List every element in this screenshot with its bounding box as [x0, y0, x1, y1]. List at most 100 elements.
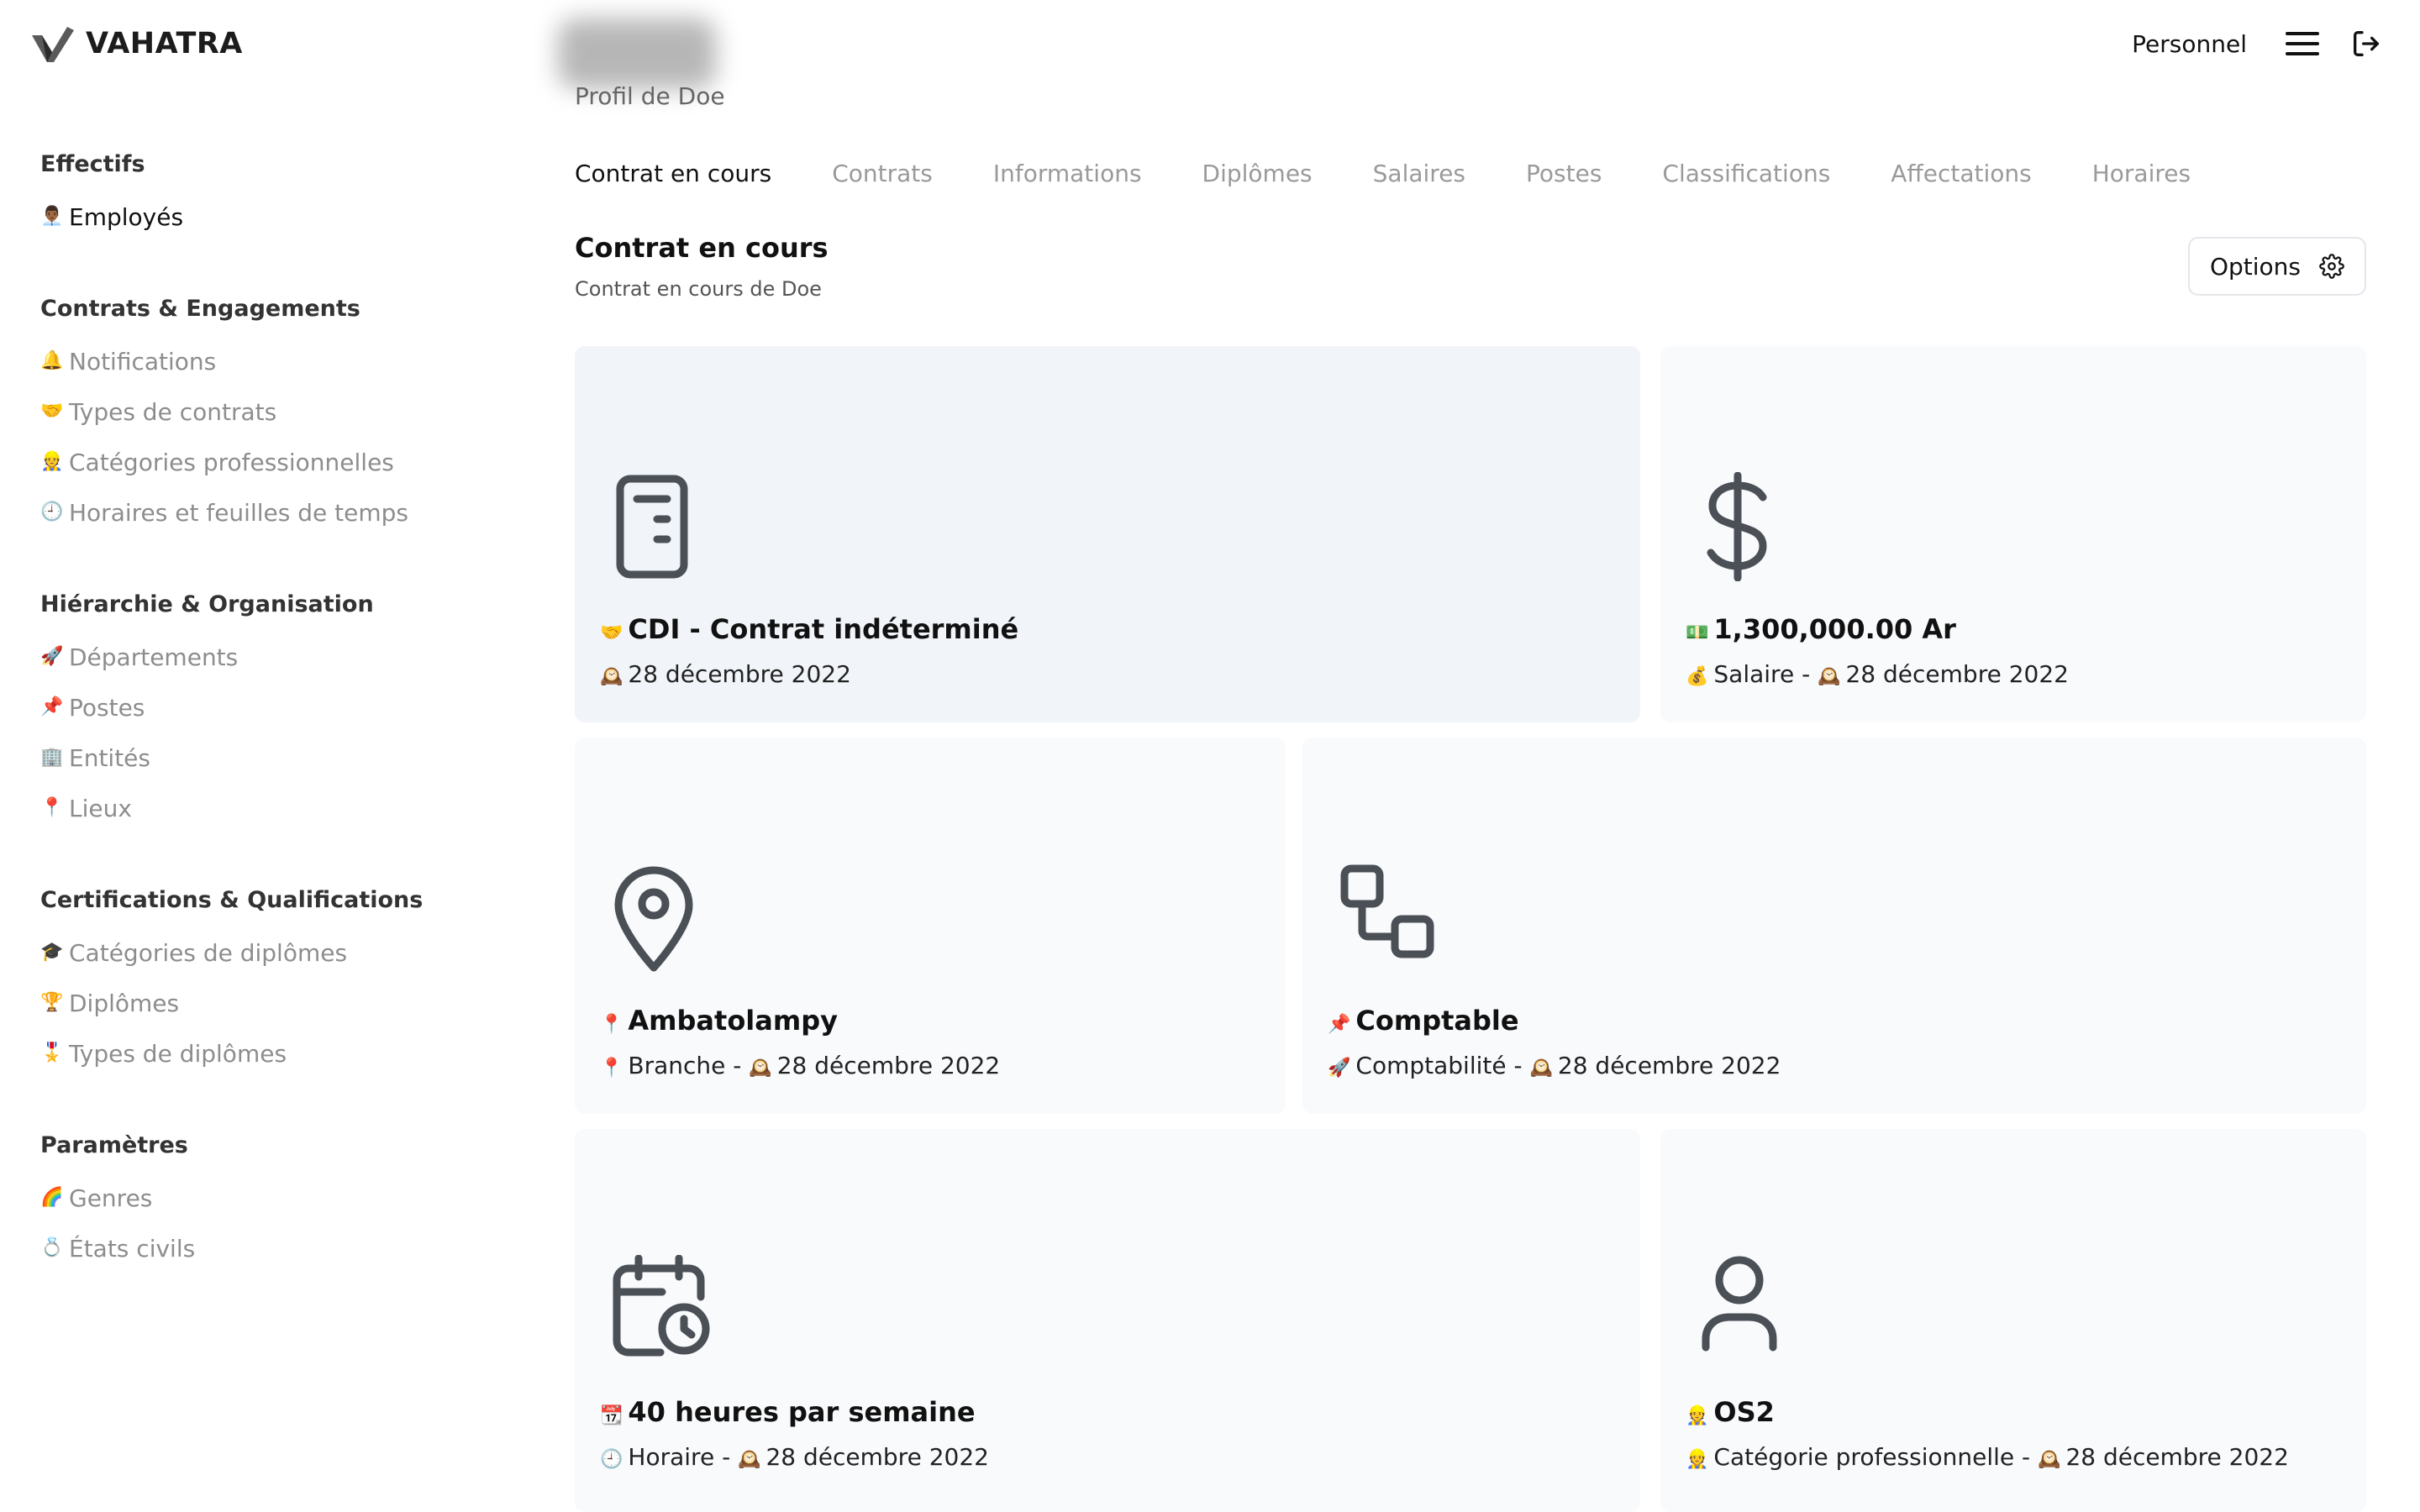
sidebar-item-etats-civils[interactable]: 💍 États civils [40, 1223, 528, 1273]
sidebar-section-hierarchie: Hiérarchie & Organisation 🚀 Départements… [40, 588, 528, 833]
sidebar-item-label: Entités [69, 743, 150, 772]
sidebar-item-notifications[interactable]: 🔔 Notifications [40, 336, 528, 386]
position-name: Comptable [1355, 1005, 1519, 1037]
worker-emoji-icon: 👷 [1686, 1449, 1709, 1470]
tab-contrat-en-cours[interactable]: Contrat en cours [575, 160, 771, 187]
tab-salaires[interactable]: Salaires [1373, 160, 1465, 187]
sidebar-item-horaires[interactable]: 🕘 Horaires et feuilles de temps [40, 487, 528, 538]
category-card[interactable]: 👷 OS2 👷 Catégorie professionnelle - 🕰️ 28 d… [1660, 1129, 2366, 1512]
sidebar-item-label: Postes [69, 693, 145, 722]
salary-date: 28 décembre 2022 [1845, 660, 2069, 688]
sidebar-section-effectifs: Effectifs 👨🏾‍💼 Employés [40, 148, 528, 242]
tab-informations[interactable]: Informations [993, 160, 1142, 187]
mantel-clock-emoji-icon: 🕰️ [2038, 1449, 2061, 1470]
sidebar-item-label: Départements [69, 643, 239, 671]
money-bag-emoji-icon: 💰 [1686, 666, 1709, 687]
sidebar-item-label: Lieux [69, 794, 132, 822]
menu-button[interactable] [2279, 20, 2326, 67]
sidebar-heading: Hiérarchie & Organisation [40, 591, 374, 617]
sidebar-item-diplomes[interactable]: 🏆 Diplômes [40, 978, 528, 1028]
contract-card[interactable]: 🤝 CDI - Contrat indéterminé 🕰️ 28 décembre… [575, 346, 1640, 722]
sidebar-item-label: Types de contrats [69, 397, 277, 426]
category-name: OS2 [1713, 1396, 1775, 1428]
sidebar-nav: Effectifs 👨🏾‍💼 Employés Contrats & Engag… [40, 148, 528, 1273]
options-button[interactable]: Options [2188, 237, 2366, 296]
vahatra-logo-icon [32, 27, 74, 62]
personnel-link[interactable]: Personnel [2132, 30, 2247, 58]
sidebar-heading: Effectifs [40, 151, 145, 177]
sidebar-item-label: Catégories professionnelles [69, 448, 394, 476]
app-root: VAHATRA Profil de Doe Personnel Effectif… [0, 0, 2420, 1512]
brand-logo[interactable]: VAHATRA [30, 22, 243, 66]
medal-emoji-icon: 🎖️ [40, 1042, 64, 1063]
worker-emoji-icon: 👷 [1686, 1405, 1709, 1426]
sidebar-section-certifications: Certifications & Qualifications 🎓 Catégo… [40, 884, 528, 1079]
position-date: 28 décembre 2022 [1557, 1052, 1781, 1079]
sidebar-item-types-contrats[interactable]: 🤝 Types de contrats [40, 386, 528, 437]
sidebar-heading: Certifications & Qualifications [40, 887, 424, 913]
sidebar-item-label: États civils [69, 1234, 196, 1263]
map-pin-icon [614, 866, 693, 972]
sidebar-item-postes[interactable]: 📌 Postes [40, 682, 528, 732]
card-subtitle: 💰 Salaire - 🕰️ 28 décembre 2022 [1686, 660, 2069, 688]
contract-date: 28 décembre 2022 [628, 660, 851, 688]
building-emoji-icon: 🏢 [40, 747, 64, 768]
card-subtitle: 🕰️ 28 décembre 2022 [600, 660, 851, 688]
calendar-clock-icon [613, 1255, 710, 1357]
calendar-emoji-icon: 📆 [600, 1405, 623, 1426]
mantel-clock-emoji-icon: 🕰️ [600, 666, 623, 687]
schedule-label: Horaire - [628, 1443, 731, 1471]
sidebar-item-departements[interactable]: 🚀 Départements [40, 632, 528, 682]
location-card[interactable]: 📍 Ambatolampy 📍 Branche - 🕰️ 28 décembre 20… [575, 738, 1286, 1114]
card-subtitle: 📍 Branche - 🕰️ 28 décembre 2022 [600, 1052, 1000, 1079]
workflow-icon [1340, 864, 1434, 958]
category-label: Catégorie professionnelle - [1713, 1443, 2031, 1471]
tab-classifications[interactable]: Classifications [1662, 160, 1830, 187]
sidebar-item-entites[interactable]: 🏢 Entités [40, 732, 528, 783]
rocket-emoji-icon: 🚀 [1328, 1058, 1351, 1079]
graduation-cap-emoji-icon: 🎓 [40, 942, 64, 963]
dollar-icon [1707, 472, 1767, 581]
sidebar-section-parametres: Paramètres 🌈 Genres 💍 États civils [40, 1129, 528, 1273]
contract-type: CDI - Contrat indéterminé [628, 613, 1019, 645]
logout-icon [2354, 31, 2379, 57]
sidebar-item-label: Employés [69, 202, 184, 231]
sidebar-item-genres[interactable]: 🌈 Genres [40, 1173, 528, 1223]
sidebar-item-label: Catégories de diplômes [69, 938, 348, 967]
tab-postes[interactable]: Postes [1526, 160, 1602, 187]
salary-card[interactable]: 💵 1,300,000.00 Ar 💰 Salaire - 🕰️ 28 décembr… [1660, 346, 2366, 722]
position-card[interactable]: 📌 Comptable 🚀 Comptabilité - 🕰️ 28 décembre… [1302, 738, 2366, 1114]
sidebar-item-categories-diplomes[interactable]: 🎓 Catégories de diplômes [40, 927, 528, 978]
user-icon [1702, 1256, 1777, 1352]
document-icon [616, 475, 688, 579]
sidebar-item-label: Horaires et feuilles de temps [69, 498, 408, 527]
brand-name: VAHATRA [86, 27, 243, 60]
clock-emoji-icon: 🕘 [40, 501, 64, 522]
schedule-date: 28 décembre 2022 [765, 1443, 989, 1471]
sidebar-item-types-diplomes[interactable]: 🎖️ Types de diplômes [40, 1028, 528, 1079]
logout-button[interactable] [2343, 20, 2390, 67]
schedule-card[interactable]: 📆 40 heures par semaine 🕘 Horaire - 🕰️ 28 d… [575, 1129, 1640, 1512]
sidebar-item-lieux[interactable]: 📍 Lieux [40, 783, 528, 833]
sidebar-section-contrats: Contrats & Engagements 🔔 Notifications 🤝… [40, 292, 528, 538]
card-title: 👷 OS2 [1686, 1396, 1775, 1428]
card-subtitle: 🕘 Horaire - 🕰️ 28 décembre 2022 [600, 1443, 989, 1471]
sidebar-heading: Contrats & Engagements [40, 296, 360, 322]
options-label: Options [2209, 252, 2302, 281]
tab-diplomes[interactable]: Diplômes [1202, 160, 1313, 187]
tab-contrats[interactable]: Contrats [832, 160, 933, 187]
pushpin-emoji-icon: 📌 [1328, 1014, 1351, 1035]
clock-emoji-icon: 🕘 [600, 1449, 623, 1470]
position-label: Comptabilité - [1355, 1052, 1523, 1079]
salary-label: Salaire - [1713, 660, 1811, 688]
sidebar-item-categories-pro[interactable]: 👷 Catégories professionnelles [40, 437, 528, 487]
tab-affectations[interactable]: Affectations [1891, 160, 2031, 187]
handshake-emoji-icon: 🤝 [600, 622, 623, 643]
mantel-clock-emoji-icon: 🕰️ [1818, 666, 1841, 687]
header-actions: Personnel [2132, 20, 2390, 67]
card-subtitle: 🚀 Comptabilité - 🕰️ 28 décembre 2022 [1328, 1052, 1781, 1079]
profile-avatar [558, 18, 716, 89]
location-name: Ambatolampy [628, 1005, 838, 1037]
tab-horaires[interactable]: Horaires [2092, 160, 2191, 187]
sidebar-item-employes[interactable]: 👨🏾‍💼 Employés [40, 192, 528, 242]
